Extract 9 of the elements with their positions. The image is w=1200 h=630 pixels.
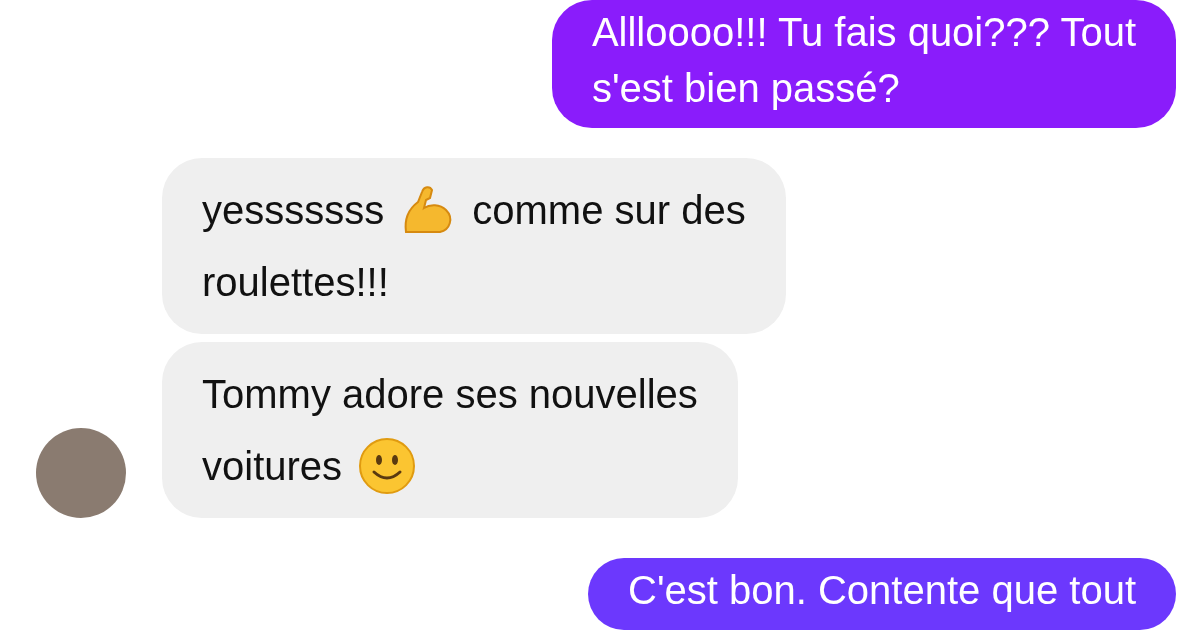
message-text: C'est bon. Contente que tout	[628, 570, 1136, 610]
message-text: yesssssss	[202, 190, 385, 230]
smiley-icon	[358, 437, 417, 495]
message-text: Tommy adore ses nouvelles	[202, 374, 698, 414]
message-text: comme sur des	[472, 190, 746, 230]
message-text: roulettes!!!	[202, 262, 389, 302]
message-text: s'est bien passé?	[591, 68, 900, 108]
message-text: voitures	[202, 446, 343, 486]
message-text: Allloooo!!! Tu fais quoi??? Tout	[591, 12, 1136, 52]
